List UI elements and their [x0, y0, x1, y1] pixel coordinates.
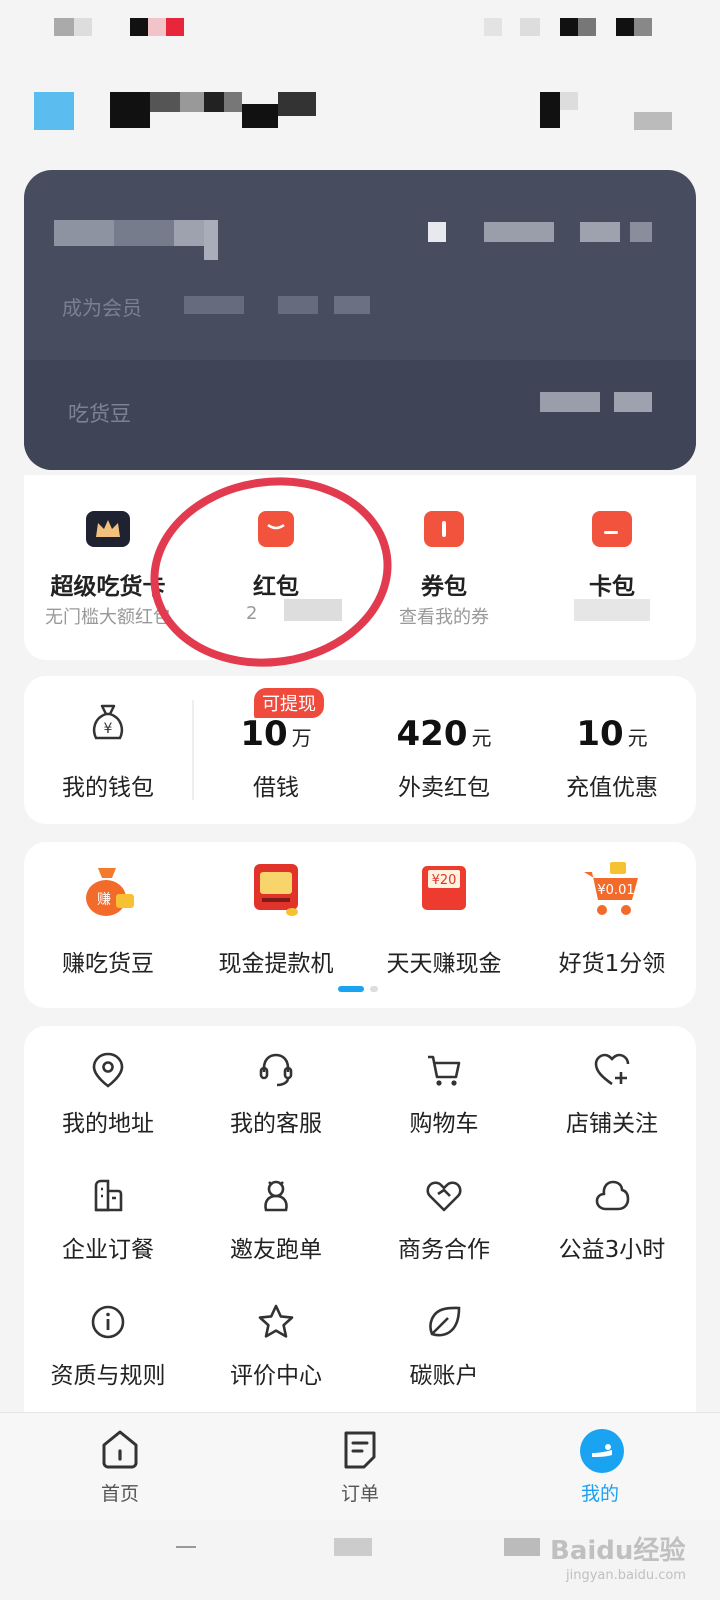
finance-recharge[interactable]: 10 元 充值优惠	[528, 676, 696, 824]
handshake-icon	[426, 1181, 462, 1212]
location-pin-icon	[92, 1052, 124, 1088]
service-label: 资质与规则	[50, 1363, 166, 1389]
service-label: 购物车	[409, 1111, 479, 1137]
nav-profile[interactable]: 我的	[480, 1413, 720, 1521]
page-indicator	[338, 986, 388, 992]
finance-label: 借钱	[253, 775, 299, 801]
service-label: 碳账户	[409, 1363, 479, 1389]
member-card-subtitle: 成为会员	[62, 296, 142, 320]
finance-value: 420 元	[396, 714, 492, 754]
info-icon	[91, 1305, 125, 1339]
finance-takeout-redpacket[interactable]: 420 元 外卖红包	[360, 676, 528, 824]
money-bag-icon: 赚	[86, 868, 134, 916]
assets-panel: 超级吃货卡 无门槛大额红包 红包 2 券包 查看我的券 卡包	[24, 475, 696, 660]
service-label: 邀友跑单	[230, 1237, 322, 1263]
asset-sub: 查看我的券	[399, 607, 489, 628]
activity-daily-cash[interactable]: ¥20 天天赚现金	[360, 842, 528, 1008]
nav-home[interactable]: 首页	[0, 1413, 240, 1521]
nav-label: 订单	[340, 1483, 379, 1505]
bean-label: 吃货豆	[68, 402, 131, 426]
asset-super-card[interactable]: 超级吃货卡 无门槛大额红包	[24, 475, 192, 660]
coupon-icon	[424, 511, 464, 547]
asset-sub: 无门槛大额红包	[45, 607, 171, 628]
service-label: 店铺关注	[566, 1111, 658, 1137]
money-bag-icon: ¥	[92, 704, 124, 740]
asset-label: 超级吃货卡	[50, 574, 166, 600]
home-icon	[102, 1430, 138, 1469]
finance-label: 充值优惠	[566, 775, 658, 801]
avatar[interactable]	[34, 92, 74, 130]
profile-icon	[580, 1429, 624, 1473]
star-icon	[258, 1304, 294, 1338]
asset-card-wallet[interactable]: 卡包	[528, 475, 696, 660]
shopping-cart-deal-icon: ¥0.01	[584, 862, 638, 915]
wallet-label: 我的钱包	[62, 775, 154, 801]
finance-panel: ¥ 我的钱包 10 万 借钱 420 元 外卖红包 10 元 充值优惠	[24, 676, 696, 824]
activity-label: 天天赚现金	[386, 951, 502, 977]
status-bar	[0, 0, 720, 60]
service-label: 商务合作	[398, 1237, 490, 1263]
runner-icon	[264, 1180, 288, 1212]
leaf-icon	[429, 1306, 461, 1337]
service-qualifications-rules[interactable]: 资质与规则	[24, 1288, 192, 1416]
service-label: 我的地址	[62, 1111, 154, 1137]
asset-coupon[interactable]: 券包 查看我的券	[360, 475, 528, 660]
withdraw-badge: 可提现	[254, 688, 324, 718]
svg-text:¥: ¥	[104, 721, 113, 737]
service-charity[interactable]: 公益3小时	[528, 1162, 696, 1290]
svg-text:赚: 赚	[97, 892, 111, 908]
activity-label: 好货1分领	[558, 951, 666, 977]
service-label: 企业订餐	[62, 1237, 154, 1263]
activity-one-cent-deal[interactable]: ¥0.01 好货1分领	[528, 842, 696, 1008]
finance-value: 10 元	[576, 714, 648, 754]
svg-text:¥0.01: ¥0.01	[597, 883, 634, 898]
service-carbon-account[interactable]: 碳账户	[360, 1288, 528, 1416]
service-label: 评价中心	[230, 1363, 322, 1389]
asset-label: 券包	[421, 574, 467, 600]
service-label: 我的客服	[230, 1111, 322, 1137]
finance-value: 10 万	[240, 714, 312, 754]
order-icon	[344, 1431, 376, 1469]
cart-icon	[428, 1055, 461, 1086]
activity-label: 赚吃货豆	[62, 951, 154, 977]
cloud-icon	[595, 1180, 630, 1211]
watermark: Baidu经验	[550, 1536, 686, 1566]
member-card[interactable]: 成为会员 吃货豆	[24, 170, 696, 470]
activity-earn-beans[interactable]: 赚 赚吃货豆	[24, 842, 192, 1008]
service-customer-support[interactable]: 我的客服	[192, 1036, 360, 1164]
finance-label: 外卖红包	[398, 775, 490, 801]
svg-text:¥20: ¥20	[432, 873, 457, 888]
service-my-address[interactable]: 我的地址	[24, 1036, 192, 1164]
atm-icon	[254, 864, 298, 916]
divider	[192, 700, 194, 800]
nav-orders[interactable]: 订单	[240, 1413, 480, 1521]
activity-label: 现金提款机	[218, 951, 334, 977]
nav-label: 我的	[580, 1483, 619, 1505]
building-icon	[94, 1179, 123, 1212]
asset-label: 红包	[253, 574, 299, 600]
my-wallet[interactable]: ¥ 我的钱包	[24, 676, 192, 824]
card-wallet-icon	[592, 511, 632, 547]
service-shop-follow[interactable]: 店铺关注	[528, 1036, 696, 1164]
crown-card-icon	[86, 511, 130, 547]
activity-panel: 赚 赚吃货豆 现金提款机 ¥20 天天赚现金 ¥0.01 好货1分领	[24, 842, 696, 1008]
heart-plus-icon	[594, 1053, 630, 1086]
service-shopping-cart[interactable]: 购物车	[360, 1036, 528, 1164]
activity-cash-atm[interactable]: 现金提款机	[192, 842, 360, 1008]
service-review-center[interactable]: 评价中心	[192, 1288, 360, 1416]
service-enterprise-order[interactable]: 企业订餐	[24, 1162, 192, 1290]
cash-envelope-icon: ¥20	[422, 866, 466, 910]
headset-icon	[259, 1053, 293, 1087]
bottom-nav: 首页 订单 我的	[0, 1412, 720, 1520]
asset-label: 卡包	[589, 574, 635, 600]
service-invite-runner[interactable]: 邀友跑单	[192, 1162, 360, 1290]
service-label: 公益3小时	[558, 1237, 666, 1263]
service-business-cooperation[interactable]: 商务合作	[360, 1162, 528, 1290]
red-envelope-icon	[258, 511, 294, 547]
services-panel: 我的地址 我的客服 购物车 店铺关注 企业订餐 邀友跑单 商务合作 公益3小时 …	[24, 1026, 696, 1416]
watermark-url: jingyan.baidu.com	[566, 1568, 686, 1583]
asset-red-envelope[interactable]: 红包 2	[192, 475, 360, 660]
profile-header	[0, 80, 720, 150]
nav-label: 首页	[100, 1483, 139, 1505]
